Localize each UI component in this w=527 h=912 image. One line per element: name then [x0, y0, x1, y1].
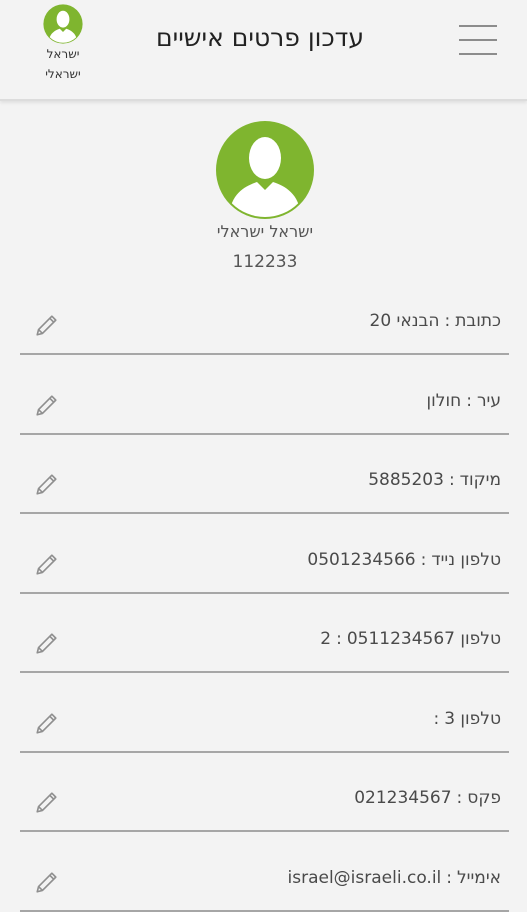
field-text: עיר:חולון: [81, 389, 501, 413]
field-row: מיקוד:5885203: [20, 435, 509, 514]
user-avatar-icon: [43, 4, 83, 44]
hamburger-menu-icon: [459, 25, 497, 27]
field-value: israel@israeli.co.il: [287, 867, 442, 888]
field-row: עיר:חולון: [20, 356, 509, 435]
field-label: טלפון נייד: [431, 549, 501, 570]
pencil-icon[interactable]: [34, 710, 60, 736]
header-user[interactable]: ישראל ישראלי: [36, 4, 90, 84]
pencil-icon[interactable]: [34, 789, 60, 815]
field-label: כתובת: [455, 311, 501, 331]
hamburger-menu-button[interactable]: [459, 23, 499, 59]
pencil-icon[interactable]: [34, 869, 60, 895]
pencil-icon[interactable]: [34, 630, 60, 656]
field-row: כתובת:הבנאי 20: [20, 276, 509, 355]
pencil-icon[interactable]: [34, 471, 60, 497]
field-separator: :: [456, 788, 463, 808]
field-value: 0501234566: [307, 549, 416, 570]
field-row: פקס:021234567: [20, 753, 509, 832]
profile-id: 112233: [232, 252, 298, 272]
pencil-icon[interactable]: [34, 392, 60, 418]
field-value: 021234567: [354, 788, 452, 808]
field-value: חולון: [426, 390, 462, 411]
field-separator: :: [433, 708, 440, 729]
pencil-icon[interactable]: [34, 312, 60, 338]
field-text: טלפון 3:: [81, 707, 501, 731]
field-separator: :: [448, 470, 455, 490]
field-label: עיר: [476, 390, 501, 411]
field-separator: :: [420, 549, 427, 570]
field-separator: :: [466, 390, 472, 411]
profile-name: ישראל ישראלי: [216, 222, 314, 241]
field-separator: :: [446, 867, 453, 888]
field-text: טלפון נייד:0501234566: [81, 548, 501, 572]
field-text: פקס:021234567: [81, 786, 501, 810]
field-value: 0511234567: [346, 629, 456, 649]
field-text: טלפון 2: 0511234567: [81, 627, 501, 651]
field-separator: :: [444, 311, 451, 331]
pencil-icon[interactable]: [34, 551, 60, 577]
page-title: עדכון פרטים אישיים: [156, 23, 364, 52]
header-user-last-name: ישראלי: [45, 67, 81, 81]
field-row: טלפון נייד:0501234566: [20, 515, 509, 594]
field-row: טלפון 3:: [20, 674, 509, 753]
field-label: טלפון 3: [444, 708, 501, 729]
field-text: כתובת:הבנאי 20: [81, 309, 501, 333]
header-user-first-name: ישראל: [46, 47, 80, 61]
field-row: טלפון 2: 0511234567: [20, 594, 509, 673]
field-value: 5885203: [368, 470, 444, 490]
field-label: מיקוד: [459, 470, 501, 490]
field-label: פקס: [467, 788, 501, 808]
field-separator: :: [336, 629, 342, 649]
profile-avatar-icon[interactable]: [215, 120, 315, 220]
field-label: אימייל: [457, 867, 501, 888]
field-underline: [20, 909, 509, 912]
field-text: אימייל:israel@israeli.co.il: [81, 866, 501, 890]
field-text: מיקוד:5885203: [81, 468, 501, 492]
field-value: הבנאי 20: [369, 311, 440, 331]
app-header: ישראל ישראלי עדכון פרטים אישיים: [0, 0, 527, 101]
